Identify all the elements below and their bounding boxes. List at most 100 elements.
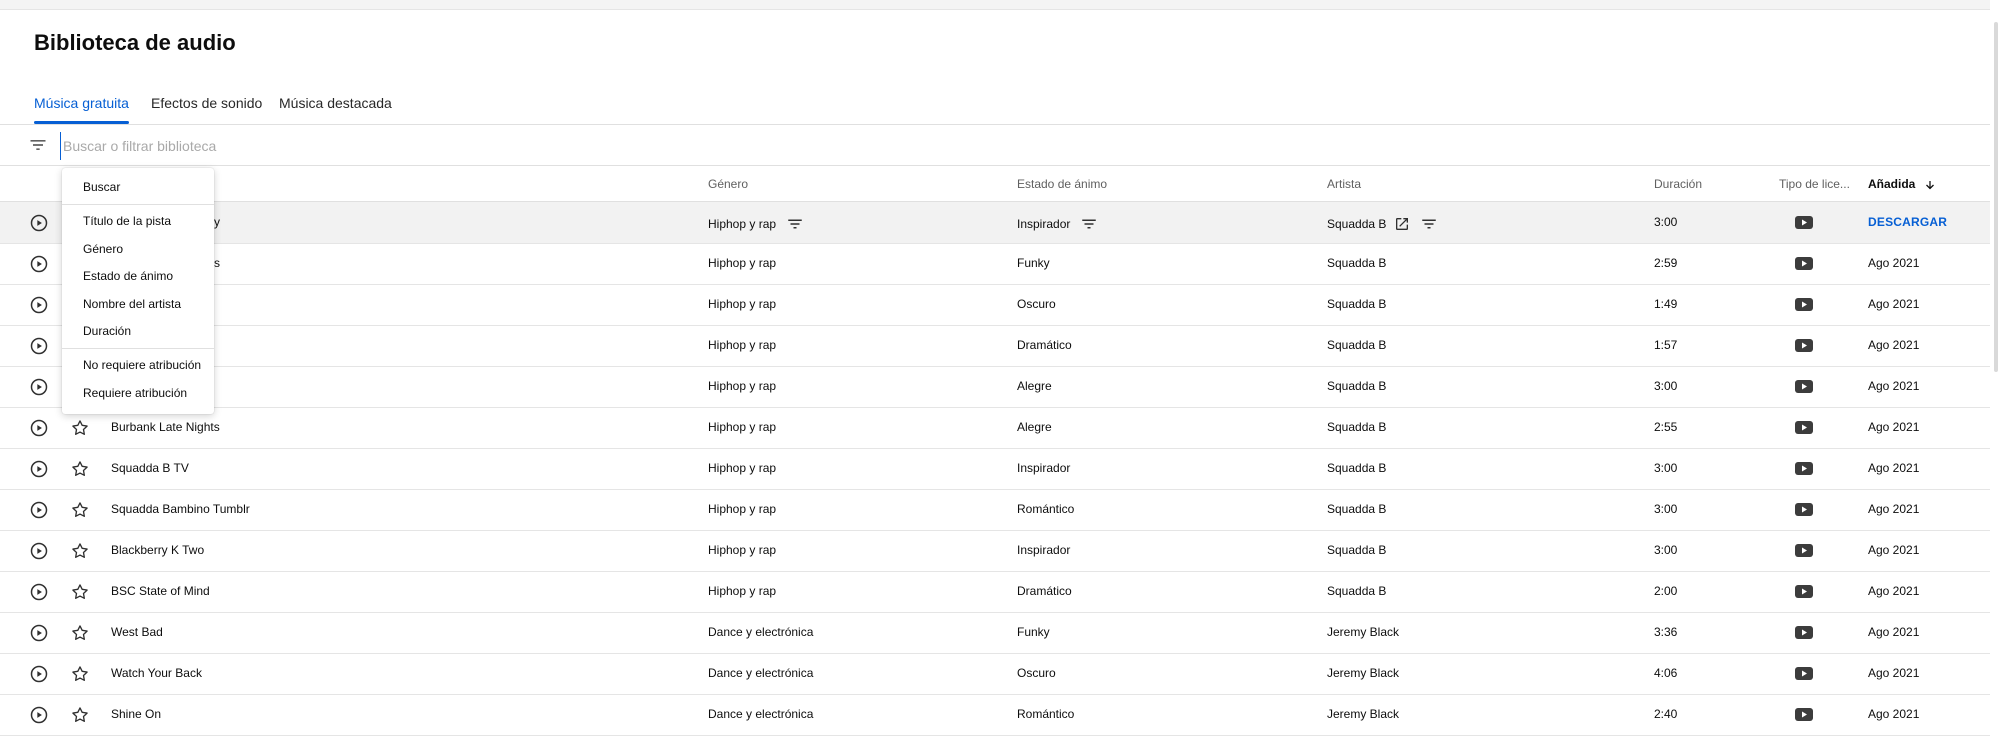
table-row[interactable]: Blackberry K Two Hiphop y rap Inspirador… [0,530,1990,572]
youtube-icon[interactable] [1795,544,1813,557]
track-title: Squadda B TV [111,461,189,475]
tab-sound-effects[interactable]: Efectos de sonido [151,95,262,111]
table-row[interactable]: Hiphop y rap Dramático Squadda B 1:57 Ag… [0,325,1990,367]
star-outline-icon[interactable] [70,418,90,438]
youtube-icon[interactable] [1795,585,1813,598]
page-scrollbar[interactable] [1990,0,2000,733]
track-added: Ago 2021 [1868,707,1920,721]
open-in-new-icon[interactable] [1394,216,1410,232]
track-duration: 3:00 [1654,215,1678,229]
play-circle-icon[interactable] [29,582,49,602]
table-row[interactable]: BSC State of Mind Hiphop y rap Dramático… [0,571,1990,613]
header-added[interactable]: Añadida [1868,177,1936,191]
youtube-icon[interactable] [1795,462,1813,475]
track-mood: Oscuro [1017,666,1056,680]
header-artist[interactable]: Artista [1327,177,1361,191]
track-duration: 3:00 [1654,379,1678,393]
search-input[interactable] [60,132,665,160]
track-mood: Oscuro [1017,297,1056,311]
youtube-icon[interactable] [1795,421,1813,434]
table-row[interactable]: Squadda Bambino Tumblr Hiphop y rap Romá… [0,489,1990,531]
table-row[interactable]: West Bad Dance y electrónica Funky Jerem… [0,612,1990,654]
header-duration[interactable]: Duración [1654,177,1702,191]
youtube-icon[interactable] [1795,667,1813,680]
track-added: Ago 2021 [1868,379,1920,393]
table-row[interactable]: y Hiphop y rap Inspirador Squadda B 3:00… [0,202,1990,244]
menu-divider [62,204,214,205]
tab-bar: Música gratuita Efectos de sonido Música… [0,88,1990,125]
menu-item-no-attribution[interactable]: No requiere atribución [83,358,201,372]
track-mood: Inspirador [1017,461,1071,475]
track-title: West Bad [111,625,163,639]
menu-item-artist-name[interactable]: Nombre del artista [83,297,181,311]
filter-icon[interactable] [1420,215,1438,233]
star-outline-icon[interactable] [70,541,90,561]
track-artist: Squadda B [1327,215,1438,233]
table-row[interactable]: Squadda B TV Hiphop y rap Inspirador Squ… [0,448,1990,490]
youtube-icon[interactable] [1795,339,1813,352]
header-license[interactable]: Tipo de lice... [1779,177,1850,191]
filter-icon[interactable] [1080,215,1098,233]
table-row[interactable]: Watch Your Back Dance y electrónica Oscu… [0,653,1990,695]
star-outline-icon[interactable] [70,705,90,725]
play-circle-icon[interactable] [29,336,49,356]
track-duration: 3:00 [1654,543,1678,557]
track-added: Ago 2021 [1868,256,1920,270]
youtube-icon[interactable] [1795,626,1813,639]
menu-item-duration[interactable]: Duración [83,324,131,338]
youtube-icon[interactable] [1795,216,1813,229]
track-artist: Squadda B [1327,543,1387,557]
youtube-icon[interactable] [1795,708,1813,721]
youtube-icon[interactable] [1795,503,1813,516]
play-circle-icon[interactable] [29,664,49,684]
menu-item-mood[interactable]: Estado de ánimo [83,269,173,283]
track-duration: 2:55 [1654,420,1678,434]
play-circle-icon[interactable] [29,623,49,643]
menu-item-genre[interactable]: Género [83,242,123,256]
menu-item-attribution-required[interactable]: Requiere atribución [83,386,187,400]
filter-dropdown-menu: Buscar Título de la pista Género Estado … [62,168,214,414]
youtube-icon[interactable] [1795,257,1813,270]
play-circle-icon[interactable] [29,377,49,397]
star-outline-icon[interactable] [70,582,90,602]
track-artist: Squadda B [1327,256,1387,270]
header-mood[interactable]: Estado de ánimo [1017,177,1107,191]
menu-item-search[interactable]: Buscar [83,180,120,194]
header-genre[interactable]: Género [708,177,748,191]
youtube-icon[interactable] [1795,380,1813,393]
table-row[interactable]: Burbank Late Nights Hiphop y rap Alegre … [0,407,1990,449]
star-outline-icon[interactable] [70,500,90,520]
filter-icon[interactable] [28,135,48,155]
track-artist: Squadda B [1327,461,1387,475]
track-title: y [214,215,220,229]
table-row[interactable]: s Hiphop y rap Funky Squadda B 2:59 Ago … [0,243,1990,285]
star-outline-icon[interactable] [70,664,90,684]
play-circle-icon[interactable] [29,459,49,479]
scrollbar-thumb[interactable] [1994,22,1998,372]
track-duration: 3:00 [1654,502,1678,516]
page-title: Biblioteca de audio [34,30,236,55]
table-row[interactable]: Hiphop y rap Alegre Squadda B 3:00 Ago 2… [0,366,1990,408]
play-circle-icon[interactable] [29,254,49,274]
play-circle-icon[interactable] [29,295,49,315]
download-button[interactable]: DESCARGAR [1868,215,1947,229]
youtube-icon[interactable] [1795,298,1813,311]
play-circle-icon[interactable] [29,213,49,233]
table-row[interactable]: Shine On Dance y electrónica Romántico J… [0,694,1990,736]
table-row[interactable]: Hiphop y rap Oscuro Squadda B 1:49 Ago 2… [0,284,1990,326]
menu-item-track-title[interactable]: Título de la pista [83,214,171,228]
play-circle-icon[interactable] [29,541,49,561]
tab-free-music[interactable]: Música gratuita [34,95,129,124]
filter-icon[interactable] [786,215,804,233]
star-outline-icon[interactable] [70,459,90,479]
track-artist: Jeremy Black [1327,707,1400,721]
track-mood: Inspirador [1017,215,1098,233]
play-circle-icon[interactable] [29,418,49,438]
track-artist-label: Squadda B [1327,217,1387,231]
track-artist: Jeremy Black [1327,666,1400,680]
play-circle-icon[interactable] [29,500,49,520]
play-circle-icon[interactable] [29,705,49,725]
tab-featured-music[interactable]: Música destacada [279,95,392,111]
star-outline-icon[interactable] [70,623,90,643]
track-title: Watch Your Back [111,666,202,680]
